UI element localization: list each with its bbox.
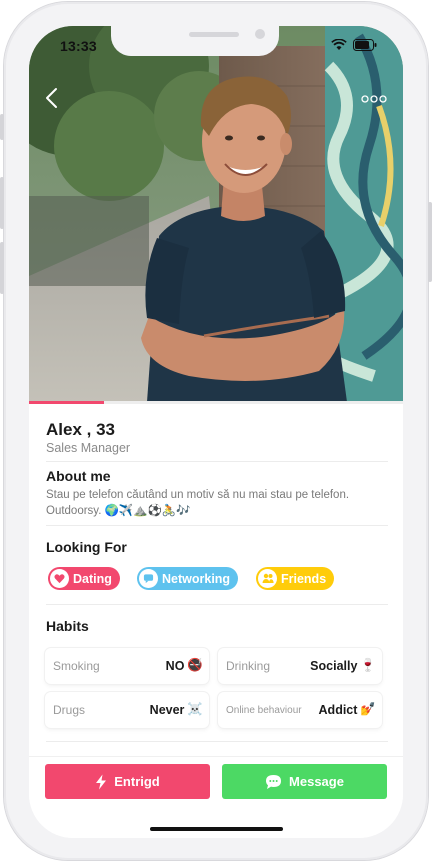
- chat-icon: [139, 569, 158, 588]
- habit-drugs: Drugs Never ☠️: [45, 692, 209, 728]
- habit-drinking: Drinking Socially 🍷: [218, 648, 382, 684]
- chip-label: Dating: [73, 571, 112, 586]
- divider: [46, 525, 388, 526]
- profile-name-age: Alex , 33: [46, 420, 115, 440]
- about-text: Stau pe telefon căutând un motiv să nu m…: [46, 489, 350, 517]
- habit-value: Addict 💅: [319, 702, 376, 717]
- battery-icon: [353, 39, 377, 51]
- volume-up-button: [0, 177, 4, 229]
- app-screen: 13:33 Alex , 33 Sales Manager About me S…: [29, 26, 403, 838]
- skull-crossbones-icon: ☠️: [187, 702, 203, 716]
- habit-value-text: Socially: [310, 658, 358, 673]
- photo-progress-fill: [29, 401, 104, 404]
- phone-notch: [111, 26, 279, 56]
- chip-dating[interactable]: Dating: [48, 567, 120, 590]
- status-icons: [331, 39, 377, 51]
- entrigd-label: Entrigd: [114, 774, 160, 789]
- mute-switch: [0, 114, 4, 140]
- heart-icon: [50, 569, 69, 588]
- chat-bubble-icon: [266, 774, 282, 789]
- habit-value: Socially 🍷: [310, 658, 376, 673]
- status-time: 13:33: [60, 38, 97, 54]
- more-options-button[interactable]: [361, 92, 387, 104]
- power-button: [428, 202, 432, 282]
- chip-friends[interactable]: Friends: [256, 567, 335, 590]
- profile-photo[interactable]: [29, 26, 403, 402]
- front-camera: [255, 29, 265, 39]
- more-dots-icon: [361, 95, 387, 103]
- habit-label: Drugs: [53, 703, 86, 717]
- habit-value: NO 🚭: [166, 658, 203, 673]
- divider: [46, 604, 388, 605]
- entrigd-button[interactable]: Entrigd: [45, 764, 210, 799]
- chip-label: Networking: [162, 571, 231, 586]
- chip-label: Friends: [281, 571, 327, 586]
- nail-polish-icon: 💅: [360, 702, 376, 716]
- speaker-grill: [189, 32, 239, 37]
- profile-job-title: Sales Manager: [46, 441, 131, 455]
- action-bar: Entrigd Message: [29, 756, 403, 838]
- name-age-separator: ,: [81, 420, 97, 439]
- home-indicator[interactable]: [150, 827, 283, 831]
- volume-down-button: [0, 242, 4, 294]
- profile-age: 33: [96, 420, 116, 439]
- habit-value-text: Never: [149, 702, 185, 717]
- habits-title: Habits: [46, 618, 89, 634]
- profile-name: Alex: [46, 420, 82, 439]
- divider: [46, 461, 388, 462]
- divider: [46, 741, 388, 742]
- chevron-left-icon: [46, 88, 57, 108]
- habit-label: Smoking: [53, 659, 100, 673]
- lightning-icon: [96, 774, 107, 789]
- people-icon: [258, 569, 277, 588]
- no-smoking-icon: 🚭: [187, 658, 203, 672]
- about-title: About me: [46, 468, 111, 484]
- habit-label: Online behaviour: [226, 705, 302, 716]
- habit-online-behaviour: Online behaviour Addict 💅: [218, 692, 382, 728]
- message-label: Message: [289, 774, 344, 789]
- wifi-icon: [331, 39, 347, 50]
- profile-photo-illustration: [29, 26, 403, 402]
- looking-for-title: Looking For: [46, 539, 127, 555]
- back-button[interactable]: [43, 86, 61, 110]
- message-button[interactable]: Message: [222, 764, 387, 799]
- wine-glass-icon: 🍷: [360, 658, 376, 672]
- habit-value-text: Addict: [318, 702, 358, 717]
- habit-value-text: NO: [165, 658, 185, 673]
- chip-networking[interactable]: Networking: [137, 567, 239, 590]
- habit-label: Drinking: [226, 659, 271, 673]
- habit-smoking: Smoking NO 🚭: [45, 648, 209, 684]
- habit-value: Never ☠️: [150, 702, 203, 717]
- photo-progress-bar: [29, 401, 403, 404]
